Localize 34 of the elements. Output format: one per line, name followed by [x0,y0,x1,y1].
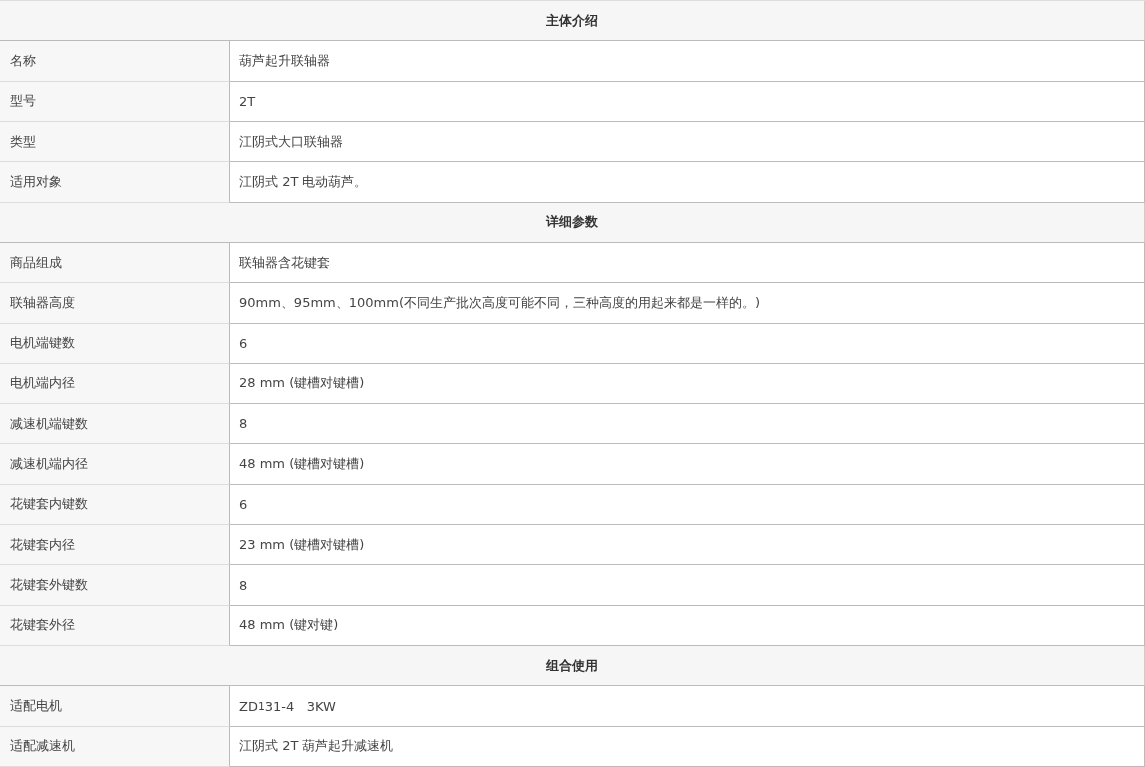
table-cell: 江阴式大口联轴器 [230,121,1145,163]
table-cell: 联轴器高度 [0,283,230,324]
table-cell: 减速机端键数 [0,404,230,445]
table-cell: 葫芦起升联轴器 [230,41,1145,82]
table-cell: 电机端键数 [0,323,230,364]
table-cell: 6 [230,484,1145,526]
table-cell: 类型 [0,121,230,163]
table-cell: 商品组成 [0,242,230,284]
table-cell: 花键套外键数 [0,565,230,606]
table-cell: 8 [230,565,1145,606]
table-cell: 花键套内键数 [0,484,230,526]
table-cell: 型号 [0,81,230,122]
table-cell: 名称 [0,41,230,82]
table-cell: 减速机端内径 [0,444,230,485]
table-cell: 花键套内径 [0,525,230,566]
section-header: 组合使用 [0,646,1145,687]
table-cell: 48 mm (键槽对键槽) [230,444,1145,485]
table-cell: 花键套外径 [0,605,230,647]
table-cell: 2T [230,81,1145,122]
table-cell: 48 mm (键对键) [230,605,1145,647]
table-cell: 28 mm (键槽对键槽) [230,363,1145,405]
table-cell: 90mm、95mm、100mm(不同生产批次高度可能不同，三种高度的用起来都是一样的。) [230,283,1145,324]
table-cell: 适配减速机 [0,726,230,767]
table-cell: 适用对象 [0,162,230,203]
table-cell: 8 [230,404,1145,445]
section-header: 主体介绍 [0,1,1145,42]
table-cell: 适配电机 [0,686,230,727]
table-cell: 6 [230,323,1145,364]
table-cell: 江阴式 2T 电动葫芦。 [230,162,1145,203]
table-cell: 江阴式 2T 葫芦起升减速机 [230,726,1145,767]
table-cell: 电机端内径 [0,363,230,405]
table-cell: 联轴器含花键套 [230,242,1145,284]
table-cell: 23 mm (键槽对键槽) [230,525,1145,566]
section-header: 详细参数 [0,202,1145,243]
